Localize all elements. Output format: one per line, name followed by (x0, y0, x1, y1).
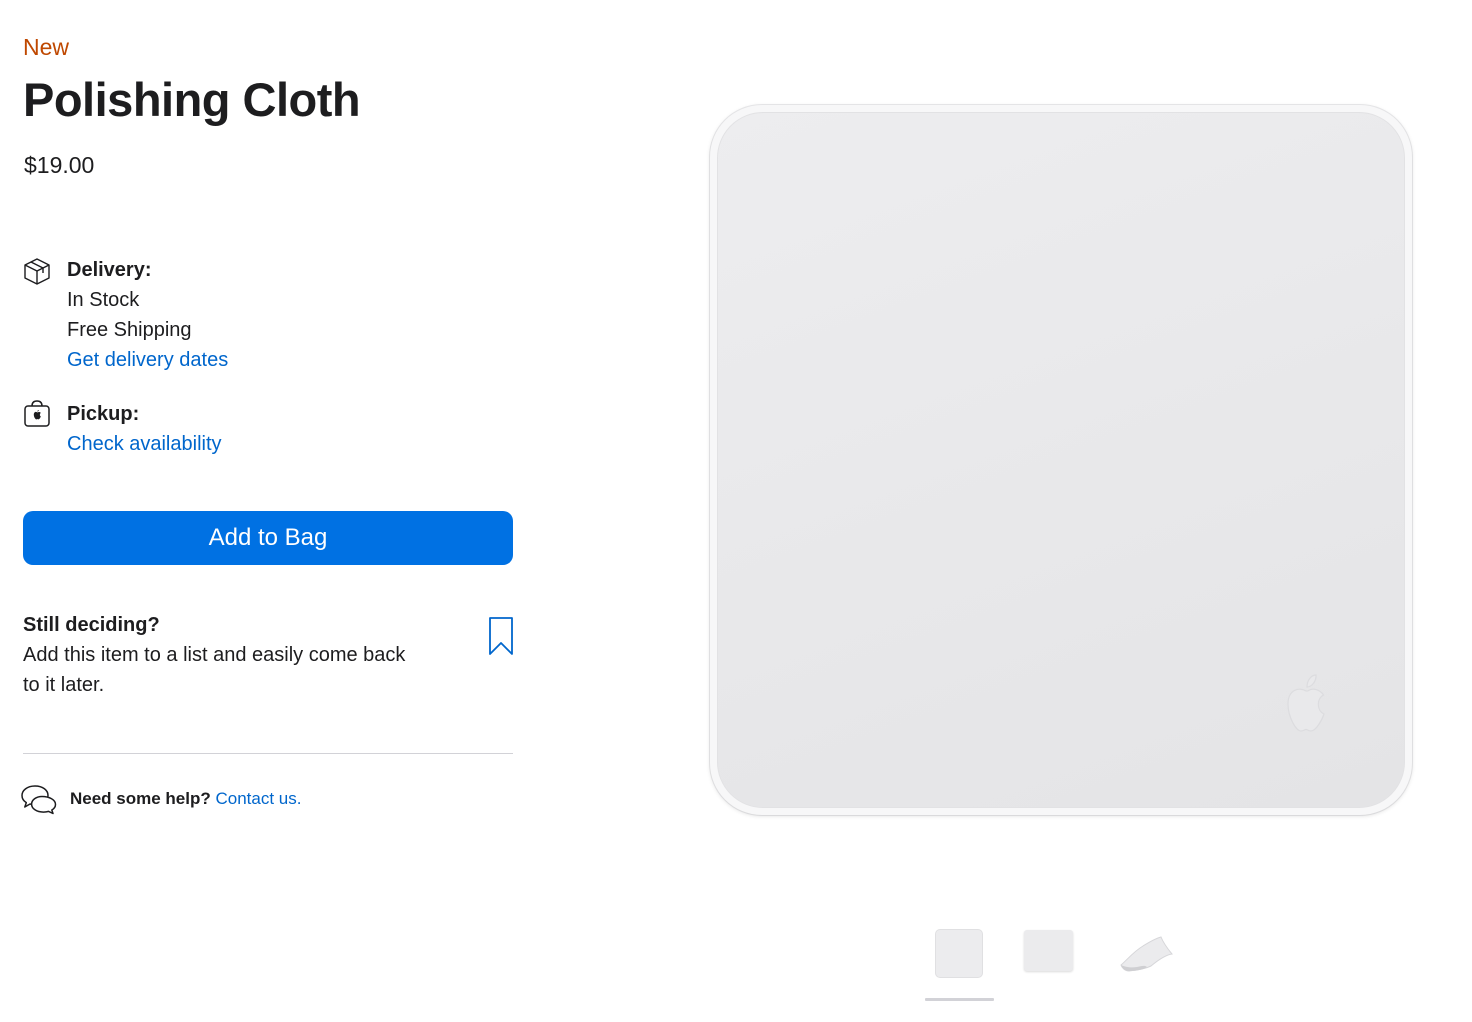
product-price: $19.00 (24, 152, 95, 178)
pickup-info: Pickup: Check availability (67, 399, 222, 459)
divider (23, 753, 513, 754)
still-deciding-text: Add this item to a list and easily come … (23, 644, 406, 696)
bookmark-icon[interactable] (488, 616, 514, 656)
thumbnail-1[interactable] (936, 930, 982, 977)
box-icon (24, 258, 50, 285)
delivery-shipping: Free Shipping (67, 319, 192, 341)
add-to-bag-button[interactable]: Add to Bag (23, 511, 513, 565)
polishing-cloth-surface (717, 112, 1405, 808)
pickup-label: Pickup: (67, 403, 140, 425)
product-title: Polishing Cloth (23, 73, 361, 126)
selected-thumbnail-indicator (925, 998, 994, 1001)
help-prompt: Need some help? (70, 789, 211, 808)
still-deciding-section: Still deciding? Add this item to a list … (23, 610, 423, 700)
delivery-label: Delivery: (67, 259, 152, 281)
new-badge: New (23, 34, 70, 60)
get-delivery-dates-link[interactable]: Get delivery dates (67, 345, 228, 375)
apple-logo-icon (1287, 674, 1325, 732)
thumbnail-3[interactable] (1117, 934, 1173, 974)
chat-bubbles-icon (21, 785, 57, 815)
delivery-stock: In Stock (67, 289, 140, 311)
still-deciding-heading: Still deciding? (23, 614, 160, 636)
product-image (710, 105, 1412, 815)
contact-us-link[interactable]: Contact us. (216, 789, 302, 808)
delivery-info: Delivery: In Stock Free Shipping Get del… (67, 255, 228, 375)
check-availability-link[interactable]: Check availability (67, 429, 222, 459)
shopping-bag-icon (24, 400, 50, 427)
thumbnail-2[interactable] (1024, 930, 1073, 971)
help-text: Need some help? Contact us. (70, 787, 302, 811)
